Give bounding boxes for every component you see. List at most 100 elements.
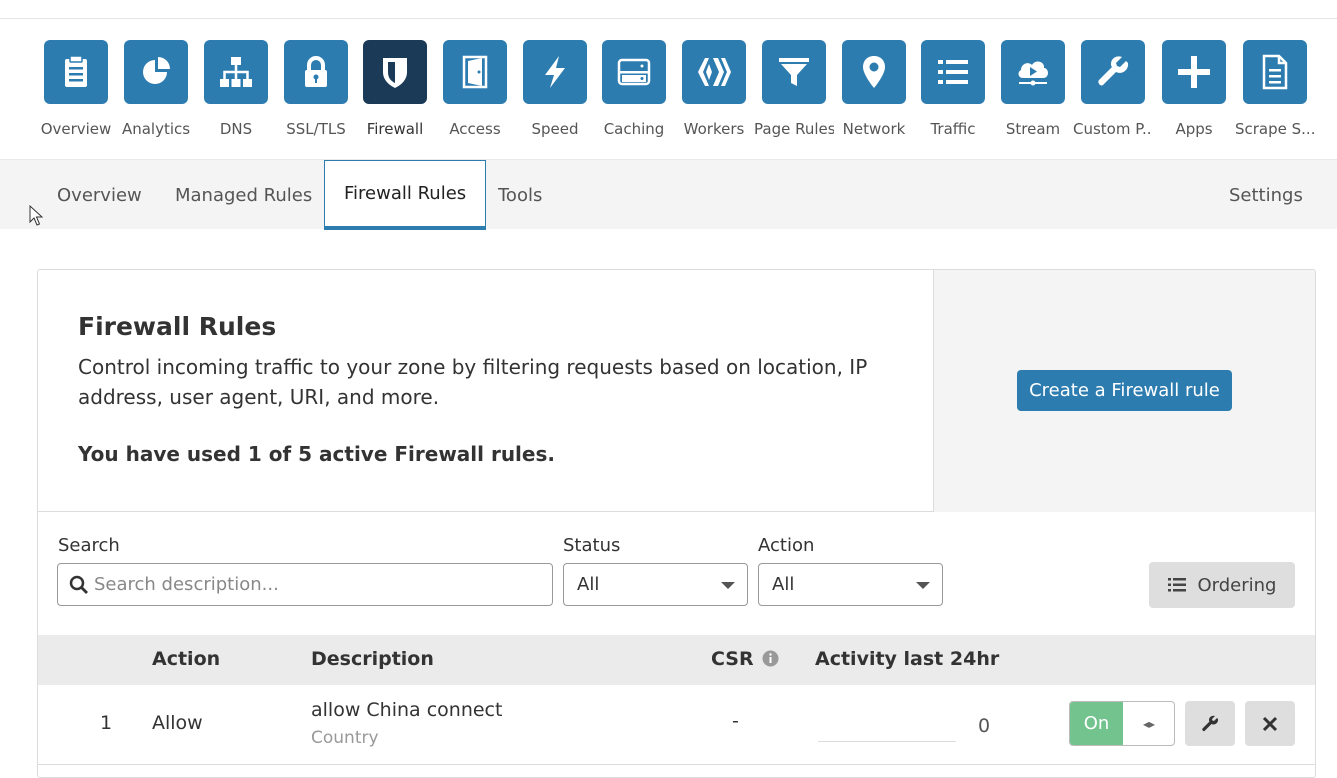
workers-icon [682,40,746,104]
app-label: Firewall [366,120,424,138]
document-icon [1243,40,1307,104]
app-page-rules[interactable]: Page Rules [754,40,834,138]
search-label: Search [58,535,120,556]
info-icon[interactable] [762,650,779,667]
status-label: Status [563,535,621,556]
app-label: SSL/TLS [286,120,346,138]
rule-description: allow China connect [311,699,503,721]
app-label: Analytics [121,120,191,138]
plus-icon [1162,40,1226,104]
app-custom-pages[interactable]: Custom P... [1073,40,1153,138]
app-label: Apps [1175,120,1213,138]
app-label: Page Rules [754,120,834,138]
chevron-down-icon [721,582,735,589]
filter-icon [762,40,826,104]
wrench-icon [1202,715,1219,731]
action-label: Action [758,535,815,556]
tab-firewall-rules[interactable]: Firewall Rules [324,160,487,230]
app-caching[interactable]: Caching [594,40,674,138]
rule-enabled-toggle[interactable]: On ◂▸ [1069,701,1175,746]
door-icon [443,40,507,104]
close-icon [1262,716,1278,731]
search-icon [69,575,88,594]
ordering-label: Ordering [1197,574,1277,596]
table-row: 1 Allow allow China connect Country - 0 … [38,685,1315,765]
tab-settings[interactable]: Settings [1229,160,1303,230]
app-label: Workers [683,120,745,138]
tab-overview[interactable]: Overview [57,160,142,230]
header-csr-label: CSR [711,648,754,670]
status-select-value: All [577,574,600,595]
app-label: Stream [1005,120,1061,138]
card-header: Firewall Rules Control incoming traffic … [38,270,1315,512]
server-icon [602,40,666,104]
app-network[interactable]: Network [834,40,914,138]
activity-sparkline [818,741,956,742]
wrench-icon [1081,40,1145,104]
toggle-on-label: On [1070,702,1123,745]
status-select[interactable]: All [563,563,748,606]
clipboard-icon [44,40,108,104]
lock-icon [284,40,348,104]
header-description: Description [311,648,434,670]
rule-index: 1 [100,712,113,734]
app-speed[interactable]: Speed [515,40,595,138]
card-action-panel: Create a Firewall rule [933,270,1315,512]
app-label: Speed [531,120,579,138]
create-firewall-rule-button[interactable]: Create a Firewall rule [1017,370,1232,411]
card-title: Firewall Rules [78,312,277,341]
tab-managed-rules[interactable]: Managed Rules [175,160,312,230]
action-select-value: All [772,574,795,595]
delete-rule-button[interactable] [1245,701,1295,746]
app-label: Network [842,120,906,138]
pie-chart-icon [124,40,188,104]
rule-activity-count: 0 [978,715,991,737]
chevron-down-icon [916,582,930,589]
app-access[interactable]: Access [435,40,515,138]
app-overview[interactable]: Overview [36,40,116,138]
rules-table-header: Action Description CSR Activity last 24h… [38,635,1315,685]
search-input[interactable] [94,564,544,605]
firewall-rules-card: Firewall Rules Control incoming traffic … [37,269,1316,778]
app-traffic[interactable]: Traffic [913,40,993,138]
app-label: Caching [603,120,665,138]
list-icon [921,40,985,104]
app-navigation: Overview Analytics DNS SSL/TLS Firewall … [36,40,1316,150]
app-label: Access [449,120,501,138]
network-tree-icon [204,40,268,104]
app-label: Scrape S... [1235,120,1315,138]
ordering-button[interactable]: Ordering [1149,562,1295,608]
header-csr: CSR [711,648,779,670]
header-action: Action [152,648,221,670]
top-divider [0,18,1337,19]
rule-action: Allow [152,712,203,734]
app-scrape-shield[interactable]: Scrape S... [1235,40,1315,138]
firewall-subtabs: Overview Managed Rules Firewall Rules To… [0,159,1337,230]
app-label: DNS [219,120,253,138]
app-label: Traffic [930,120,976,138]
rule-usage-text: You have used 1 of 5 active Firewall rul… [78,442,555,466]
cloud-icon [1001,40,1065,104]
map-pin-icon [842,40,906,104]
shield-icon [363,40,427,104]
app-dns[interactable]: DNS [196,40,276,138]
search-field[interactable] [57,563,553,606]
rule-field: Country [311,728,379,748]
tab-tools[interactable]: Tools [498,160,542,230]
app-label: Custom P... [1073,120,1153,138]
app-firewall[interactable]: Firewall [355,40,435,138]
app-label: Overview [40,120,112,138]
header-activity: Activity last 24hr [815,648,1000,670]
card-description: Control incoming traffic to your zone by… [78,355,868,409]
list-icon [1167,578,1186,592]
edit-rule-button[interactable] [1185,701,1235,746]
app-apps[interactable]: Apps [1154,40,1234,138]
action-select[interactable]: All [758,563,943,606]
lightning-icon [523,40,587,104]
app-ssl-tls[interactable]: SSL/TLS [276,40,356,138]
app-analytics[interactable]: Analytics [116,40,196,138]
app-stream[interactable]: Stream [993,40,1073,138]
toggle-handle-icon: ◂▸ [1142,716,1156,731]
app-workers[interactable]: Workers [674,40,754,138]
mouse-cursor-icon [29,205,43,226]
